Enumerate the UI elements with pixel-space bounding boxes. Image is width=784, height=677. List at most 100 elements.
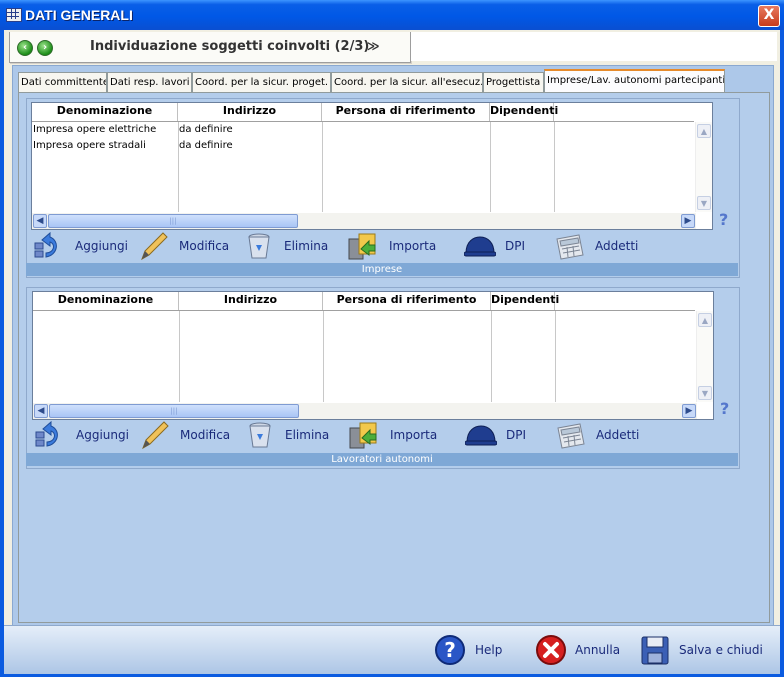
helmet-icon xyxy=(464,236,496,257)
calculator-icon xyxy=(557,423,585,449)
lavoratori-toolbar: Aggiungi Modifica Elimina Importa DPI Ad… xyxy=(33,420,733,450)
forward-icon[interactable]: › xyxy=(37,40,53,56)
step-header: ‹ › Individuazione soggetti coinvolti (2… xyxy=(9,32,411,63)
cancel-icon xyxy=(536,635,566,665)
imprese-caption: Imprese xyxy=(26,263,738,276)
col-indirizzo[interactable]: Indirizzo xyxy=(178,103,322,121)
salva-chiudi-button[interactable]: Salva e chiudi xyxy=(640,634,776,666)
help-button[interactable]: ? Help xyxy=(434,634,524,666)
edit-pencil-icon xyxy=(141,232,168,261)
tab-coord-proget[interactable]: Coord. per la sicur. proget. xyxy=(192,72,331,92)
aggiungi-button[interactable]: Aggiungi xyxy=(32,231,132,261)
scroll-left-arrow-icon[interactable]: ◀ xyxy=(34,404,48,418)
annulla-button[interactable]: Annulla xyxy=(535,634,635,666)
vertical-scrollbar[interactable]: ▲ ▼ xyxy=(696,311,713,402)
help-icon[interactable]: ? xyxy=(719,210,728,229)
close-button[interactable]: X xyxy=(758,5,780,27)
elimina-label: Elimina xyxy=(284,239,329,253)
annulla-label: Annulla xyxy=(575,643,621,657)
table-row[interactable]: Impresa opere elettriche da definire xyxy=(32,124,694,138)
help-circle-icon: ? xyxy=(435,635,465,665)
cell-indirizzo: da definire xyxy=(179,140,233,151)
tab-dati-resp-lavori[interactable]: Dati resp. lavori xyxy=(107,72,192,92)
table-row[interactable]: Impresa opere stradali da definire xyxy=(32,140,694,154)
col-divider xyxy=(491,311,492,402)
scroll-down-arrow-icon[interactable]: ▼ xyxy=(697,196,711,210)
scroll-thumb[interactable]: ||| xyxy=(48,214,298,228)
dpi-button[interactable]: DPI xyxy=(465,420,535,450)
col-divider xyxy=(555,311,556,402)
addetti-label: Addetti xyxy=(596,428,640,442)
svg-text:?: ? xyxy=(444,638,456,662)
bottom-action-bar: ? Help Annulla Salva e chiudi xyxy=(4,625,780,674)
help-icon[interactable]: ? xyxy=(720,399,729,418)
col-dipendenti[interactable]: Dipendenti xyxy=(490,103,558,121)
modifica-button[interactable]: Modifica xyxy=(138,231,238,261)
scroll-up-arrow-icon[interactable]: ▲ xyxy=(698,313,712,327)
tab-progettista[interactable]: Progettista xyxy=(483,72,544,92)
salva-label: Salva e chiudi xyxy=(679,643,763,657)
import-icon xyxy=(349,422,377,449)
modifica-button[interactable]: Modifica xyxy=(139,420,239,450)
aggiungi-label: Aggiungi xyxy=(76,428,129,442)
addetti-label: Addetti xyxy=(595,239,639,253)
scroll-down-arrow-icon[interactable]: ▼ xyxy=(698,386,712,400)
lavoratori-table[interactable]: Denominazione Indirizzo Persona di rifer… xyxy=(32,291,714,420)
col-persona-riferimento[interactable]: Persona di riferimento xyxy=(322,103,490,121)
aggiungi-label: Aggiungi xyxy=(75,239,128,253)
importa-label: Importa xyxy=(389,239,437,253)
importa-button[interactable]: Importa xyxy=(348,420,448,450)
trash-icon xyxy=(248,233,270,259)
scroll-up-arrow-icon[interactable]: ▲ xyxy=(697,124,711,138)
addetti-button[interactable]: Addetti xyxy=(553,231,653,261)
imprese-table[interactable]: Denominazione Indirizzo Persona di rifer… xyxy=(31,102,713,230)
addetti-button[interactable]: Addetti xyxy=(554,420,654,450)
imprese-toolbar: Aggiungi Modifica Elimina Importa DPI Ad… xyxy=(32,231,732,261)
step-title: Individuazione soggetti coinvolti (2/3) xyxy=(90,39,370,54)
tab-imprese-lav-autonomi[interactable]: Imprese/Lav. autonomi partecipanti xyxy=(544,69,725,92)
cell-denominazione: Impresa opere elettriche xyxy=(33,124,157,135)
cell-denominazione: Impresa opere stradali xyxy=(33,140,146,151)
dpi-label: DPI xyxy=(505,239,526,253)
tab-coord-esecuz[interactable]: Coord. per la sicur. all'esecuz. xyxy=(331,72,483,92)
vertical-scrollbar[interactable]: ▲ ▼ xyxy=(695,122,712,212)
col-divider xyxy=(179,311,180,402)
dpi-button[interactable]: DPI xyxy=(464,231,534,261)
scroll-right-arrow-icon[interactable]: ▶ xyxy=(681,214,695,228)
tab-dati-committente[interactable]: Dati committente xyxy=(18,72,107,92)
grid-icon xyxy=(6,8,22,22)
col-divider xyxy=(323,311,324,402)
col-denominazione[interactable]: Denominazione xyxy=(32,103,178,121)
importa-label: Importa xyxy=(390,428,438,442)
scroll-right-arrow-icon[interactable]: ▶ xyxy=(682,404,696,418)
col-dipendenti[interactable]: Dipendenti xyxy=(491,292,559,310)
horizontal-scrollbar[interactable]: ◀ ||| ▶ xyxy=(33,403,697,419)
lavoratori-caption: Lavoratori autonomi xyxy=(26,453,738,466)
dpi-label: DPI xyxy=(506,428,527,442)
table-header: Denominazione Indirizzo Persona di rifer… xyxy=(32,103,694,122)
help-label: Help xyxy=(475,643,503,657)
title-bar[interactable]: DATI GENERALI X xyxy=(0,0,784,30)
importa-button[interactable]: Importa xyxy=(347,231,447,261)
horizontal-scrollbar[interactable]: ◀ ||| ▶ xyxy=(32,213,696,229)
expand-chevron-icon[interactable]: ≫ xyxy=(367,39,380,53)
scroll-left-arrow-icon[interactable]: ◀ xyxy=(33,214,47,228)
calculator-icon xyxy=(556,234,584,260)
step-header-spacer xyxy=(411,32,777,61)
cell-indirizzo: da definire xyxy=(179,124,233,135)
back-icon[interactable]: ‹ xyxy=(17,40,33,56)
scroll-thumb[interactable]: ||| xyxy=(49,404,299,418)
edit-pencil-icon xyxy=(142,421,169,450)
elimina-button[interactable]: Elimina xyxy=(246,420,336,450)
add-icon xyxy=(34,231,57,258)
col-denominazione[interactable]: Denominazione xyxy=(33,292,179,310)
aggiungi-button[interactable]: Aggiungi xyxy=(33,420,133,450)
modifica-label: Modifica xyxy=(179,239,230,253)
table-header: Denominazione Indirizzo Persona di rifer… xyxy=(33,292,695,311)
window-title: DATI GENERALI xyxy=(25,7,133,23)
col-persona-riferimento[interactable]: Persona di riferimento xyxy=(323,292,491,310)
modifica-label: Modifica xyxy=(180,428,231,442)
col-indirizzo[interactable]: Indirizzo xyxy=(179,292,323,310)
elimina-button[interactable]: Elimina xyxy=(245,231,335,261)
import-icon xyxy=(348,233,376,260)
